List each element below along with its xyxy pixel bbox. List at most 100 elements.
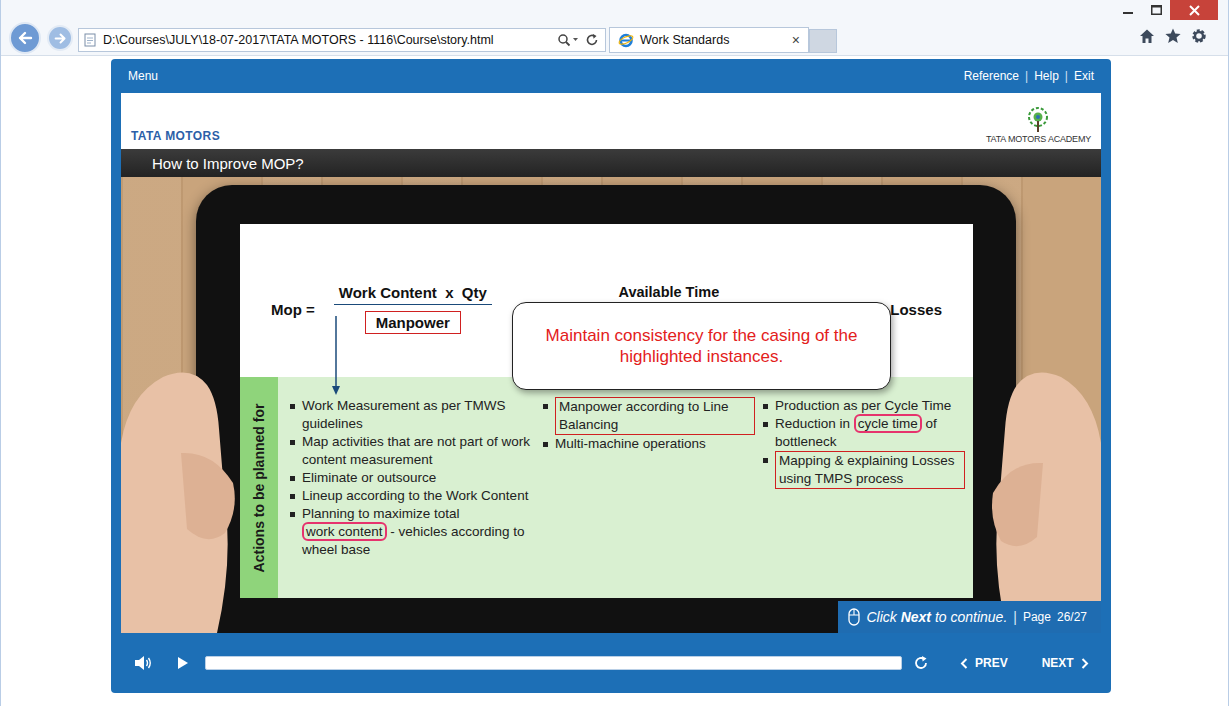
gear-icon[interactable] <box>1190 27 1208 45</box>
page-label: Page <box>1023 610 1051 624</box>
player-link[interactable]: Reference <box>964 69 1019 83</box>
next-button[interactable]: NEXT <box>1042 656 1089 670</box>
text-segment: Lineup according to the Work Content <box>302 488 528 503</box>
minimize-button[interactable] <box>1114 0 1142 20</box>
actions-panel: Actions to be planned forWork Measuremen… <box>240 377 973 598</box>
bullet-icon <box>290 494 295 499</box>
tablet-screen: Mop =Work Content x QtyManpowerAvailable… <box>240 224 973 598</box>
player-top-bar: MenuReference|Help|Exit <box>121 59 1101 93</box>
tab-label: Work Standards <box>640 33 786 47</box>
slide-title: How to Improve MOP? <box>152 155 304 172</box>
action-item: Map activities that are not part of work… <box>290 433 535 469</box>
hint-separator: | <box>1013 609 1017 625</box>
star-icon[interactable] <box>1164 27 1182 45</box>
speaker-icon <box>134 655 152 671</box>
bullet-icon <box>543 442 548 447</box>
formula-fraction: Work Content x Qty Manpower <box>331 284 495 334</box>
action-columns: Work Measurement as per TMWS guidelinesM… <box>278 377 973 598</box>
academy-logo: TATA MOTORS ACADEMY <box>986 106 1091 144</box>
browser-window: D:\Courses\JULY\18-07-2017\TATA MOTORS -… <box>0 0 1229 706</box>
bullet-icon <box>763 458 768 463</box>
navigation-bar: D:\Courses\JULY\18-07-2017\TATA MOTORS -… <box>1 24 1228 55</box>
tab-strip: Work Standards × <box>609 27 837 53</box>
replay-button[interactable] <box>912 655 930 671</box>
forward-button[interactable] <box>47 25 73 51</box>
player-link[interactable]: Help <box>1034 69 1059 83</box>
search-icon[interactable] <box>557 33 579 47</box>
text-segment: Eliminate or outsource <box>302 470 436 485</box>
bullet-icon <box>763 422 768 427</box>
new-tab-button[interactable] <box>809 29 837 53</box>
address-text: D:\Courses\JULY\18-07-2017\TATA MOTORS -… <box>103 33 551 47</box>
title-bar <box>1 0 1228 24</box>
text-segment: work content <box>302 522 387 541</box>
minimize-icon <box>1123 5 1133 15</box>
volume-button[interactable] <box>133 655 153 671</box>
link-separator: | <box>1025 69 1028 83</box>
text-segment: Work Measurement as per TMWS guidelines <box>302 398 506 431</box>
maximize-button[interactable] <box>1142 0 1170 20</box>
player-links: Reference|Help|Exit <box>964 69 1094 83</box>
page-icon <box>83 33 97 47</box>
available-time: Available Time <box>618 284 719 300</box>
bullet-icon <box>290 512 295 517</box>
back-button[interactable] <box>9 22 41 54</box>
text-segment: Mapping & explaining Losses using TMPS p… <box>779 453 955 486</box>
text-segment: cycle time <box>854 414 922 433</box>
back-arrow-icon <box>17 30 33 46</box>
progress-bar[interactable] <box>205 656 902 670</box>
action-item: Work Measurement as per TMWS guidelines <box>290 397 535 433</box>
forward-arrow-icon <box>54 32 67 45</box>
wood-background: Mop =Work Content x QtyManpowerAvailable… <box>121 177 1101 633</box>
replay-icon <box>913 655 929 671</box>
action-item: Multi-machine operations <box>543 435 755 453</box>
slide: TATA MOTORSTATA MOTORS ACADEMY How to Imp… <box>121 93 1101 633</box>
player-link[interactable]: Exit <box>1074 69 1094 83</box>
bullet-icon <box>543 404 548 409</box>
tablet: Mop =Work Content x QtyManpowerAvailable… <box>196 185 1016 633</box>
formula-denominator: Manpower <box>365 311 461 334</box>
player-controls: PREV NEXT <box>121 633 1101 693</box>
browser-tab[interactable]: Work Standards × <box>609 27 809 53</box>
callout-text: Maintain consistency for the casing of t… <box>533 325 870 367</box>
mouse-icon <box>848 608 860 626</box>
toolbar-icons <box>1138 27 1220 45</box>
slide-header: TATA MOTORSTATA MOTORS ACADEMY <box>121 93 1101 149</box>
home-icon[interactable] <box>1138 27 1156 45</box>
tab-close-button[interactable]: × <box>792 32 800 48</box>
course-player: Menu Reference | Help | Exit TATA MOTORSTATA M… <box>111 59 1111 693</box>
text-segment: Multi-machine operations <box>555 436 706 451</box>
play-icon <box>177 656 189 670</box>
close-icon <box>1189 5 1200 16</box>
refresh-icon[interactable] <box>585 33 599 47</box>
chevron-right-icon <box>1081 658 1089 669</box>
text-segment: Map activities that are not part of work… <box>302 434 530 467</box>
prev-button[interactable]: PREV <box>960 656 1008 670</box>
review-callout: Maintain consistency for the casing of t… <box>512 302 891 390</box>
down-arrow-icon <box>331 316 341 396</box>
bullet-icon <box>290 476 295 481</box>
browser-chrome: D:\Courses\JULY\18-07-2017\TATA MOTORS -… <box>1 0 1228 56</box>
text-segment: Reduction in <box>775 416 854 431</box>
action-column: Work Measurement as per TMWS guidelinesM… <box>290 397 535 598</box>
slide-title-bar: How to Improve MOP? <box>121 149 1101 177</box>
ie-icon <box>618 32 634 48</box>
action-item: Reduction in cycle time of bottleneck <box>763 415 965 451</box>
menu-button[interactable]: Menu <box>128 69 158 83</box>
chevron-left-icon <box>960 658 968 669</box>
page-number: 26/27 <box>1057 610 1087 624</box>
action-item: Eliminate or outsource <box>290 469 535 487</box>
close-button[interactable] <box>1170 0 1218 20</box>
left-hand-icon <box>121 333 239 633</box>
play-button[interactable] <box>175 656 191 670</box>
hint-text: Click Next to continue. <box>866 609 1007 625</box>
formula-numerator: Work Content x Qty <box>331 284 495 301</box>
right-hand-icon <box>989 333 1101 633</box>
action-item: Lineup according to the Work Content <box>290 487 535 505</box>
address-field[interactable]: D:\Courses\JULY\18-07-2017\TATA MOTORS -… <box>78 28 606 52</box>
academy-name: TATA MOTORS ACADEMY <box>986 134 1091 144</box>
losses-term: Losses <box>890 301 942 318</box>
maximize-icon <box>1151 5 1162 15</box>
text-segment: Planning to maximize total <box>302 506 460 521</box>
action-item: Manpower according to Line Balancing <box>543 397 755 435</box>
